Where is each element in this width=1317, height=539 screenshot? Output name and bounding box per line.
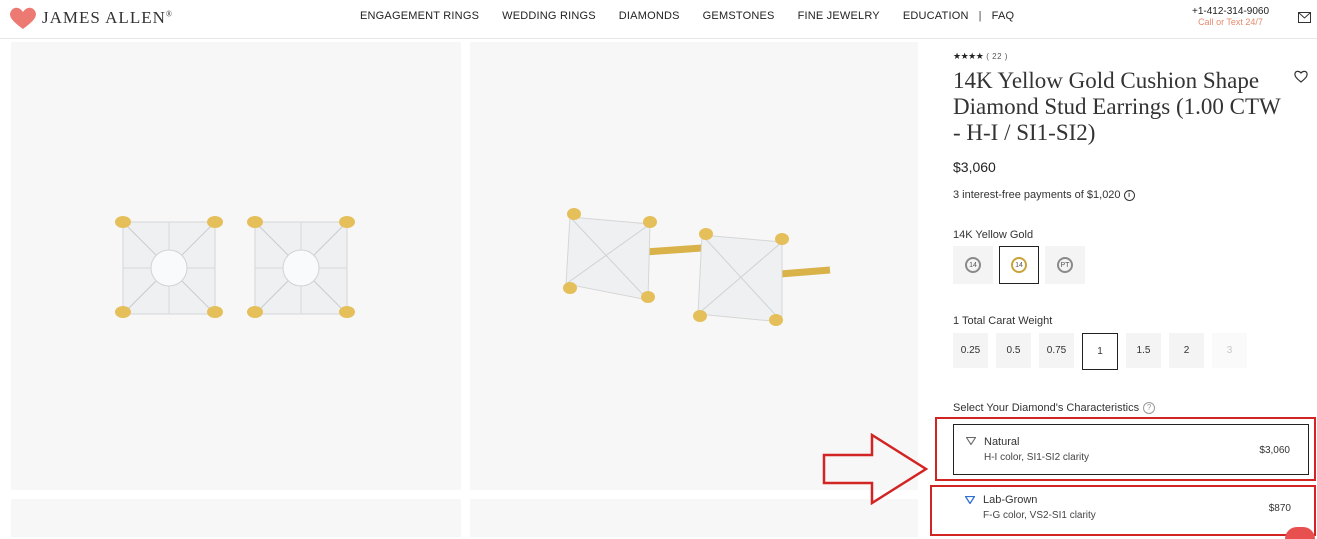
- heart-logo-icon: [10, 7, 36, 30]
- nav-education[interactable]: EDUCATION: [903, 10, 969, 22]
- metal-option-yellow-gold[interactable]: 14: [999, 246, 1039, 284]
- help-icon[interactable]: ?: [1143, 402, 1156, 414]
- carat-option[interactable]: 0.75: [1039, 333, 1074, 368]
- site-header: James Allen® ENGAGEMENT RINGS WEDDING RI…: [0, 0, 1317, 39]
- carat-option[interactable]: 0.5: [996, 333, 1031, 368]
- nav-diamonds[interactable]: DIAMONDS: [619, 10, 680, 22]
- metal-circle-icon: 14: [1011, 257, 1027, 273]
- annotation-box-lab-grown: [930, 485, 1316, 536]
- carat-selector: 0.25 0.5 0.75 1 1.5 2 3: [953, 333, 1255, 370]
- product-image-side[interactable]: [470, 42, 918, 490]
- nav-fine-jewelry[interactable]: FINE JEWELRY: [798, 10, 880, 22]
- installments-info: 3 interest-free payments of $1,020 i: [953, 189, 1135, 201]
- metal-selector: 14 14 PT: [953, 246, 1091, 284]
- carat-option-disabled: 3: [1212, 333, 1247, 368]
- characteristics-label: Select Your Diamond's Characteristics ?: [953, 402, 1156, 414]
- carat-option[interactable]: 2: [1169, 333, 1204, 368]
- earring-side-image: [563, 208, 831, 326]
- phone-subtext: Call or Text 24/7: [1198, 17, 1263, 27]
- carat-label: 1 Total Carat Weight: [953, 315, 1053, 327]
- annotation-box-natural: [935, 417, 1316, 481]
- nav-engagement-rings[interactable]: ENGAGEMENT RINGS: [360, 10, 479, 22]
- nav-wedding-rings[interactable]: WEDDING RINGS: [502, 10, 596, 22]
- product-title: 14K Yellow Gold Cushion Shape Diamond St…: [953, 68, 1281, 145]
- annotation-arrow-icon: [822, 433, 929, 505]
- nav-separator: |: [978, 10, 982, 22]
- installments-text: 3 interest-free payments of $1,020: [953, 189, 1121, 201]
- mail-icon[interactable]: [1298, 10, 1311, 28]
- product-price: $3,060: [953, 159, 996, 175]
- nav-gemstones[interactable]: GEMSTONES: [703, 10, 775, 22]
- product-image-front[interactable]: [11, 42, 461, 490]
- main-nav: ENGAGEMENT RINGS WEDDING RINGS DIAMONDS …: [360, 10, 1037, 22]
- nav-faq[interactable]: FAQ: [992, 10, 1015, 22]
- metal-circle-icon: 14: [965, 257, 981, 273]
- wishlist-heart-icon[interactable]: [1294, 70, 1308, 88]
- earring-front-image: [115, 216, 355, 318]
- rating-stars[interactable]: ★★★★( 22 ): [953, 51, 1008, 62]
- phone-number[interactable]: +1-412-314-9060: [1192, 6, 1269, 17]
- logo-text: James Allen®: [42, 8, 173, 27]
- metal-option-white-gold[interactable]: 14: [953, 246, 993, 284]
- chat-widget-button[interactable]: [1285, 527, 1315, 539]
- logo[interactable]: James Allen®: [8, 4, 173, 32]
- phone-contact[interactable]: +1-412-314-9060 Call or Text 24/7: [1192, 6, 1269, 27]
- characteristics-text: Select Your Diamond's Characteristics: [953, 402, 1140, 414]
- product-image-3[interactable]: [11, 499, 461, 537]
- carat-option[interactable]: 0.25: [953, 333, 988, 368]
- carat-option[interactable]: 1.5: [1126, 333, 1161, 368]
- carat-option-selected[interactable]: 1: [1082, 333, 1118, 370]
- info-icon[interactable]: i: [1123, 189, 1135, 201]
- metal-circle-icon: PT: [1057, 257, 1073, 273]
- metal-option-platinum[interactable]: PT: [1045, 246, 1085, 284]
- metal-label: 14K Yellow Gold: [953, 229, 1034, 241]
- review-count[interactable]: ( 22 ): [986, 52, 1008, 61]
- stars-glyphs: ★★★★: [953, 51, 984, 61]
